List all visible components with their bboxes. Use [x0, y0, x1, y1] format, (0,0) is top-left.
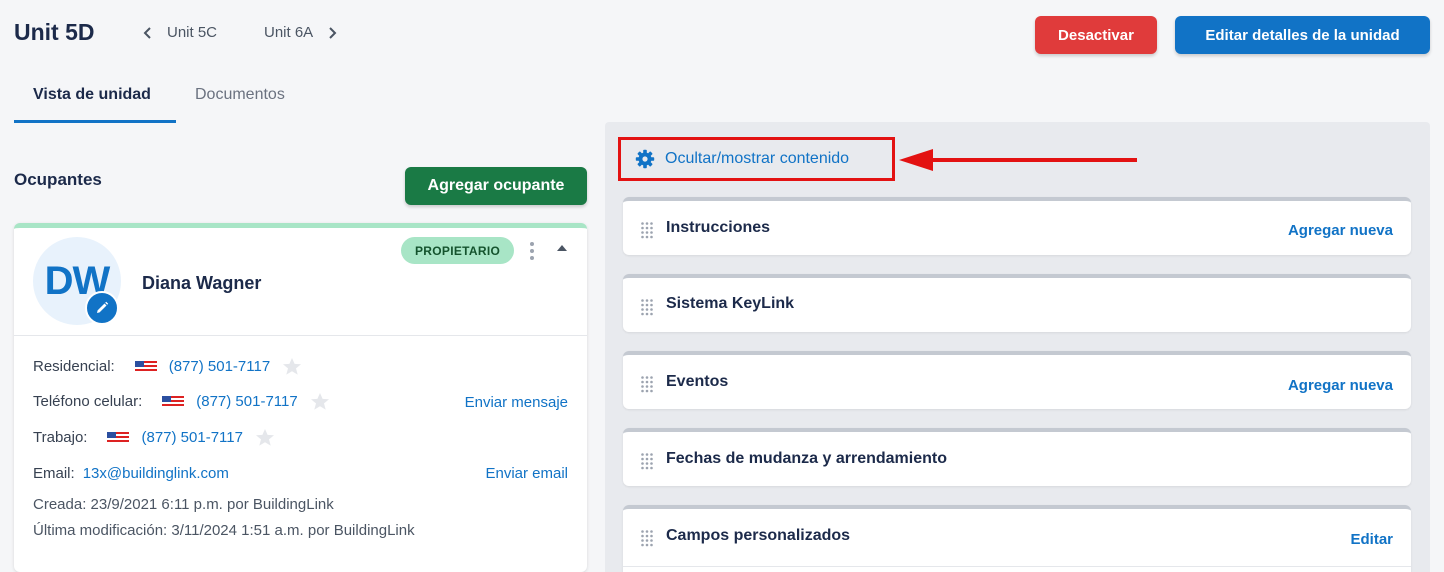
toggle-content-button[interactable]: Ocultar/mostrar contenido	[618, 137, 895, 181]
chevron-right-icon	[329, 26, 337, 39]
phone-number[interactable]: (877) 501-7117	[196, 393, 297, 410]
panel-title: Instrucciones	[666, 219, 771, 236]
panel-events: Eventos Agregar nueva	[623, 351, 1411, 409]
drag-handle-icon[interactable]	[640, 529, 654, 547]
panel-keylink: Sistema KeyLink	[623, 274, 1411, 332]
phone-label: Residencial:	[33, 358, 115, 375]
phone-row-mobile: Teléfono celular: (877) 501-7117	[33, 392, 330, 411]
send-message-link[interactable]: Enviar mensaje	[465, 394, 568, 411]
chevron-left-icon	[143, 26, 151, 39]
panel-title: Fechas de mudanza y arrendamiento	[666, 450, 947, 467]
tab-documents[interactable]: Documentos	[195, 86, 285, 104]
phone-label: Trabajo:	[33, 429, 88, 446]
occupants-heading: Ocupantes	[14, 170, 102, 189]
prev-unit-link[interactable]: Unit 5C	[141, 24, 217, 41]
modified-info: Última modificación: 3/11/2024 1:51 a.m.…	[33, 522, 415, 539]
active-tab-indicator	[14, 120, 176, 123]
star-icon[interactable]	[282, 357, 302, 376]
email-label: Email:	[33, 465, 75, 482]
deactivate-button[interactable]: Desactivar	[1035, 16, 1157, 54]
us-flag-icon	[107, 431, 130, 444]
toggle-content-label: Ocultar/mostrar contenido	[665, 150, 850, 167]
phone-label: Teléfono celular:	[33, 393, 143, 410]
pencil-icon	[97, 301, 109, 313]
phone-row-residential: Residencial: (877) 501-7117	[33, 357, 302, 376]
next-unit-label: Unit 6A	[264, 24, 314, 41]
drag-handle-icon[interactable]	[640, 298, 654, 316]
created-info: Creada: 23/9/2021 6:11 p.m. por Building…	[33, 496, 334, 513]
edit-link[interactable]: Editar	[1350, 531, 1393, 548]
panel-instructions: Instrucciones Agregar nueva	[623, 197, 1411, 255]
caret-up-icon[interactable]	[555, 241, 569, 255]
drag-handle-icon[interactable]	[640, 221, 654, 239]
occupant-card-header: DW Diana Wagner PROPIETARIO	[14, 228, 587, 336]
gear-icon	[635, 149, 655, 169]
us-flag-icon	[134, 360, 157, 373]
drag-handle-icon[interactable]	[640, 375, 654, 393]
star-icon[interactable]	[310, 392, 330, 411]
edit-avatar-button[interactable]	[85, 291, 119, 325]
drag-handle-icon[interactable]	[640, 452, 654, 470]
edit-unit-button[interactable]: Editar detalles de la unidad	[1175, 16, 1430, 54]
panel-title: Campos personalizados	[666, 527, 851, 544]
page-title: Unit 5D	[14, 19, 95, 45]
add-new-link[interactable]: Agregar nueva	[1288, 377, 1393, 394]
next-unit-link[interactable]: Unit 6A	[264, 24, 339, 41]
occupant-card: DW Diana Wagner PROPIETARIO Residencial:…	[14, 223, 587, 572]
role-badge: PROPIETARIO	[401, 237, 515, 264]
occupant-name: Diana Wagner	[142, 273, 262, 293]
panel-title: Sistema KeyLink	[666, 295, 795, 312]
panel-move-dates: Fechas de mudanza y arrendamiento	[623, 428, 1411, 486]
panel-title: Eventos	[666, 373, 729, 390]
phone-row-work: Trabajo: (877) 501-7117	[33, 428, 275, 447]
add-new-link[interactable]: Agregar nueva	[1288, 222, 1393, 239]
phone-number[interactable]: (877) 501-7117	[141, 429, 242, 446]
prev-unit-label: Unit 5C	[167, 24, 218, 41]
email-row: Email: 13x@buildinglink.com	[33, 465, 229, 482]
panel-custom-fields: Campos personalizados Editar	[623, 505, 1411, 572]
star-icon[interactable]	[255, 428, 275, 447]
page-header: Unit 5D Unit 5C Unit 6A Desactivar Edita…	[0, 0, 1444, 125]
add-occupant-button[interactable]: Agregar ocupante	[405, 167, 587, 205]
email-address[interactable]: 13x@buildinglink.com	[83, 465, 229, 482]
us-flag-icon	[162, 395, 185, 408]
divider	[623, 566, 1411, 567]
tab-unit-view[interactable]: Vista de unidad	[33, 86, 151, 104]
kebab-icon[interactable]	[528, 240, 536, 262]
phone-number[interactable]: (877) 501-7117	[169, 358, 270, 375]
red-arrow-icon	[899, 149, 1137, 171]
send-email-link[interactable]: Enviar email	[485, 465, 568, 482]
